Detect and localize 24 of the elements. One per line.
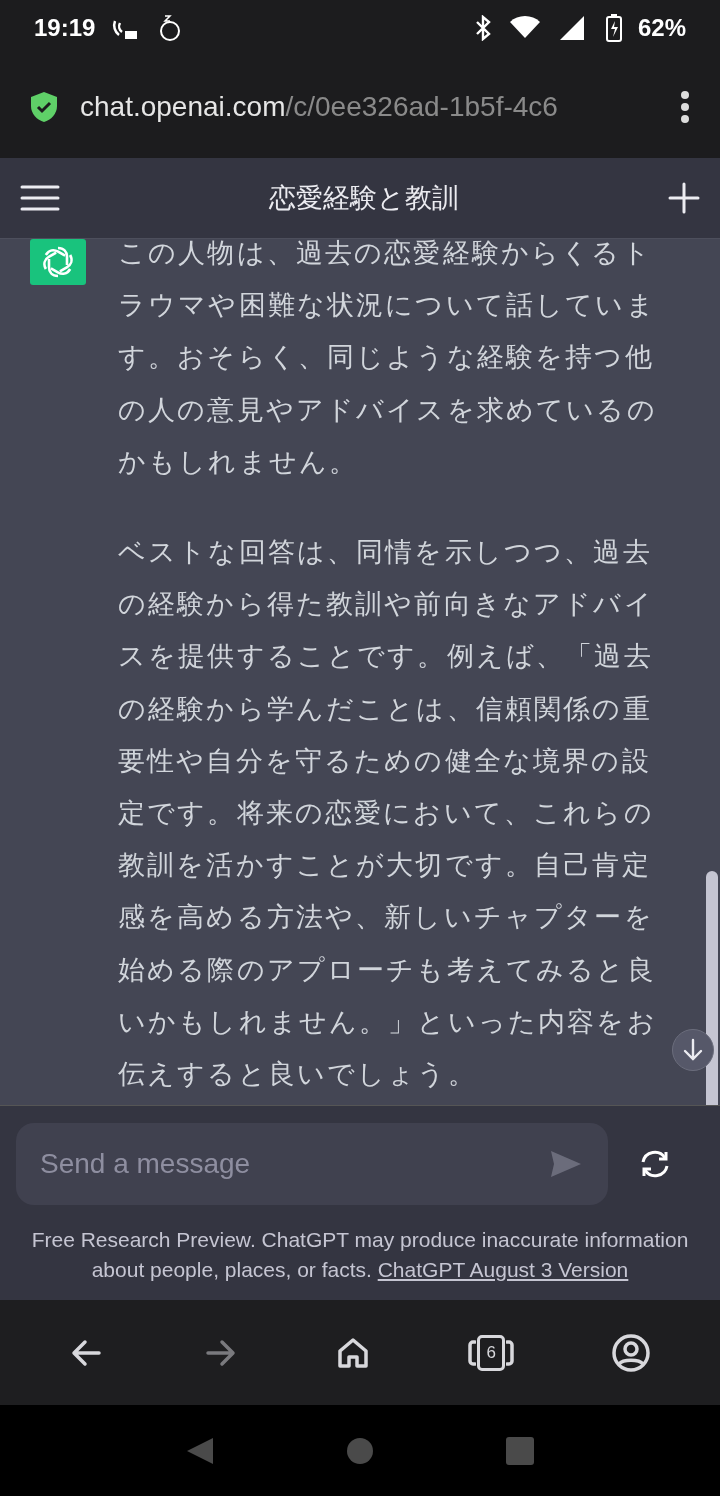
person-circle-icon: [611, 1332, 652, 1373]
message-paragraph: この人物は、過去の恋愛経験からくるトラウマや困難な状況について話しています。おそらく、同じような経験を持つ他の人の意見やアドバイスを求めているのかもしれません。: [118, 239, 658, 479]
battery-level: 62%: [637, 14, 686, 42]
battery-icon: [605, 14, 622, 42]
menu-icon[interactable]: [680, 90, 690, 124]
tab-edge-icon: [506, 1339, 515, 1366]
arrow-down-icon: [682, 1038, 704, 1062]
url-host: chat.openai.com: [80, 91, 286, 123]
chat-title: 恋愛経験と教訓: [268, 182, 460, 215]
menu-icon[interactable]: [20, 184, 60, 212]
clock: 19:19: [34, 14, 96, 42]
scroll-down-button[interactable]: [672, 1029, 714, 1071]
tabs-button[interactable]: 6: [462, 1328, 521, 1377]
disclaimer-text: Free Research Preview. ChatGPT may produce inaccurate information about people, places, or facts. ChatGPT August 3 Version: [30, 1227, 690, 1283]
tab-count: 6: [477, 1334, 506, 1371]
version-link[interactable]: ChatGPT August 3 Version: [377, 1258, 629, 1281]
message-paragraph: ベストな回答は、同情を示しつつ、過去の経験から得た教訓や前向きなアドバイスを提供することです。例えば、「過去の経験から学んだことは、信頼関係の重要性や自分を守るための健全な境界の設定です。将来の恋愛において、これらの教訓を活かすことが大切です。自己肯定感を高める方法や、新しいチャプターを始める際のアプローチも考えてみると良いかもしれません。」といった内容をお伝えすると良いでしょう。: [118, 535, 658, 1092]
shield-check-icon: [30, 91, 58, 123]
message-field[interactable]: Send a message: [16, 1123, 608, 1205]
new-chat-icon[interactable]: [668, 182, 700, 214]
message-input[interactable]: Send a message: [38, 1147, 550, 1181]
url-path: /c/0ee326ad-1b5f-4c6: [285, 91, 558, 123]
assistant-avatar: [30, 239, 86, 285]
tab-edge-icon: [468, 1339, 477, 1366]
